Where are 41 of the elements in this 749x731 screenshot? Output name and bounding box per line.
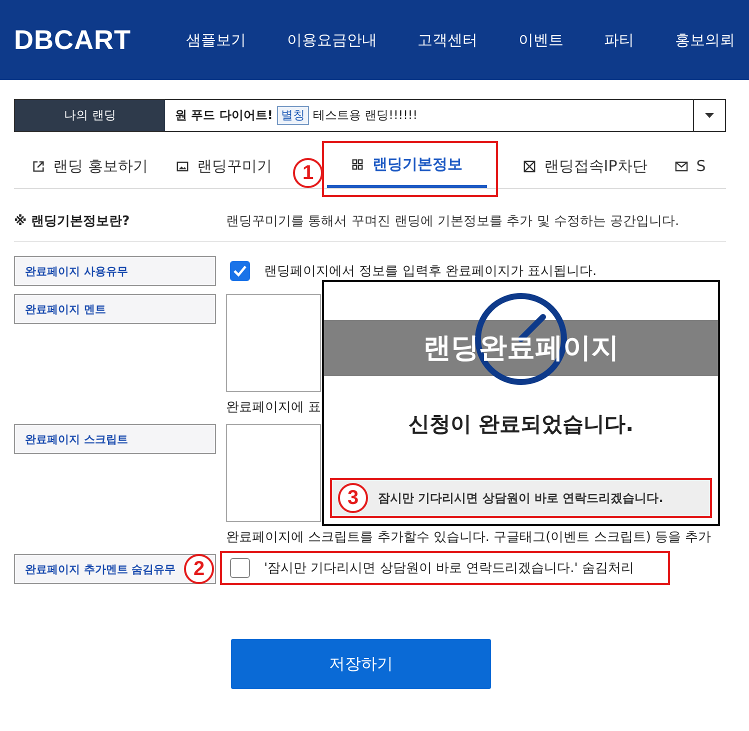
help-text: 완료페이지에 스크립트를 추가할수 있습니다. 구글태그(이벤트 스크립트) 등을 추가 <box>226 529 712 546</box>
step-marker: 1 <box>293 158 323 188</box>
landing-title: 테스트용 랜딩!!!!!! <box>312 107 418 124</box>
image-icon <box>176 160 189 172</box>
tab[interactable]: 랜딩 홍보하기 <box>14 144 162 188</box>
nav-link[interactable]: 홍보의뢰 <box>674 30 735 50</box>
logo[interactable]: DBCART <box>14 24 186 56</box>
save-button[interactable]: 저장하기 <box>231 639 491 689</box>
checkbox[interactable] <box>230 558 250 578</box>
nav-link[interactable]: 고객센터 <box>418 30 478 50</box>
external-link-icon <box>32 160 45 172</box>
text-area[interactable] <box>226 294 321 392</box>
info-label: ※ 랜딩기본정보란? <box>14 213 131 230</box>
field-label: 완료페이지 스크립트 <box>14 424 216 454</box>
landing-name: 원 푸드 다이어트! <box>175 107 273 124</box>
nav-link[interactable]: 파티 <box>604 30 634 50</box>
text-area[interactable] <box>226 424 321 522</box>
field-label: 완료페이지 멘트 <box>14 294 216 324</box>
tab[interactable]: S <box>661 144 720 188</box>
note-text: 잠시만 기다리시면 상담원이 바로 연락드리겠습니다. <box>378 490 664 506</box>
step-marker: 3 <box>338 483 368 513</box>
nav-link[interactable]: 이용요금안내 <box>286 30 377 50</box>
mail-icon <box>675 160 688 172</box>
nav-link[interactable]: 이벤트 <box>518 30 564 50</box>
tab[interactable]: 랜딩꾸미기 <box>162 144 286 188</box>
tab[interactable]: 랜딩접속IP차단 <box>508 144 662 188</box>
blocked-box-icon <box>522 160 536 172</box>
checkbox-label: 랜딩페이지에서 정보를 입력후 완료페이지가 표시됩니다. <box>264 263 597 280</box>
grid-icon <box>351 158 364 171</box>
tab[interactable]: 랜딩기본정보 <box>326 144 487 188</box>
checkbox[interactable] <box>230 261 250 281</box>
landing-select[interactable]: 나의 랜딩 원 푸드 다이어트! 별칭 테스트용 랜딩!!!!!! <box>14 99 726 132</box>
preview-message: 신청이 완료되었습니다. <box>407 411 635 438</box>
caret-icon <box>705 113 714 118</box>
alias-tag: 별칭 <box>276 106 309 125</box>
info-text: 랜딩꾸미기를 통해서 꾸며진 랜딩에 기본정보를 추가 및 수정하는 공간입니다. <box>226 213 680 230</box>
nav-link[interactable]: 샘플보기 <box>186 30 246 50</box>
field-label: 완료페이지 사용유무 <box>14 256 216 286</box>
help-text: 완료페이지에 표 <box>226 399 322 416</box>
select-label: 나의 랜딩 <box>15 100 165 131</box>
checkbox-label: '잠시만 기다리시면 상담원이 바로 연락드리겠습니다.' 숨김처리 <box>264 560 634 577</box>
